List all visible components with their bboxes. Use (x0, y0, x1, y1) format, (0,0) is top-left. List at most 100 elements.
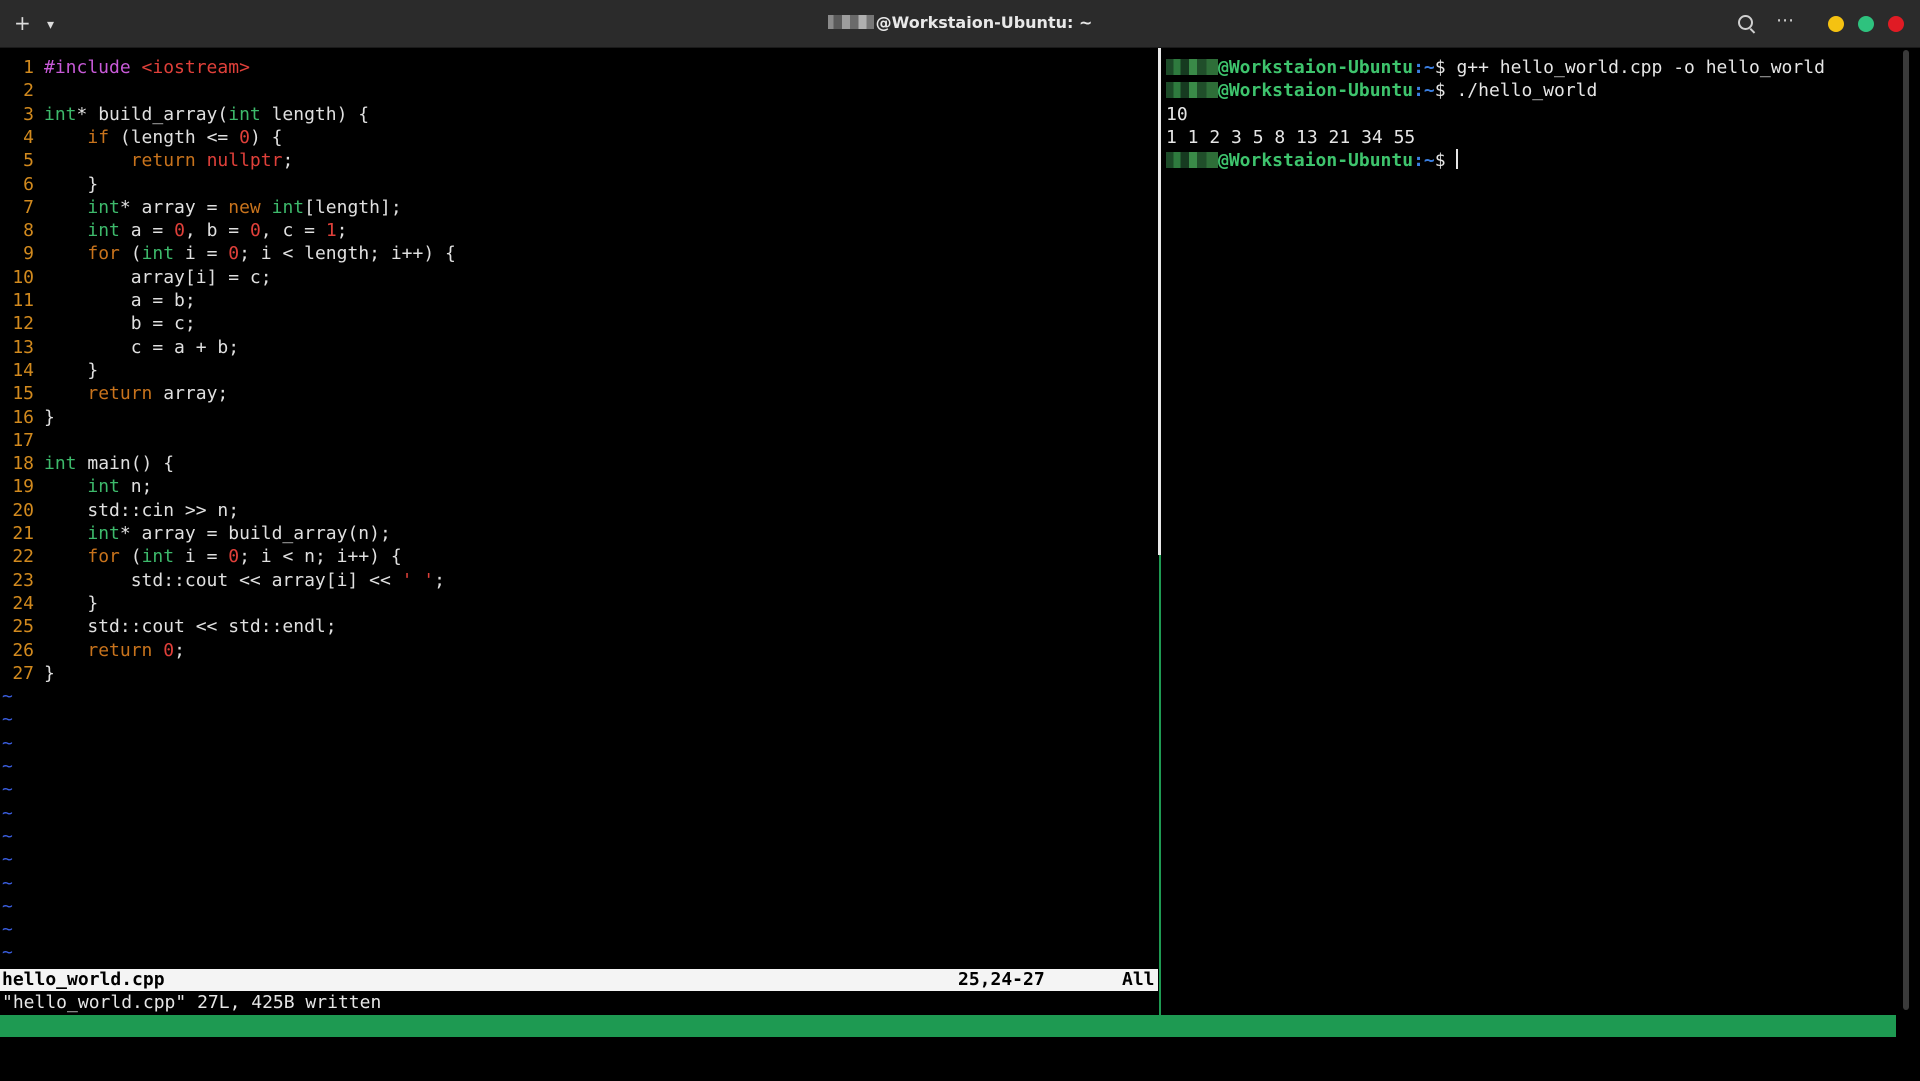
close-button[interactable] (1888, 16, 1904, 32)
code-text[interactable]: } (34, 359, 98, 382)
code-line[interactable]: 1 #include <iostream> (0, 56, 250, 79)
code-text[interactable]: for (int i = 0; i < length; i++) { (34, 242, 456, 265)
code-text[interactable]: for (int i = 0; i < n; i++) { (34, 545, 401, 568)
code-text[interactable]: int* array = build_array(n); (34, 522, 390, 545)
empty-line-tilde: ~ (2, 779, 13, 801)
code-text[interactable]: #include <iostream> (34, 56, 250, 79)
code-line[interactable]: 24 } (0, 592, 98, 615)
code-line[interactable]: 23 std::cout << array[i] << ' '; (0, 569, 445, 592)
code-text[interactable]: a = b; (34, 289, 196, 312)
code-text[interactable]: } (34, 406, 55, 429)
command-text: g++ hello_world.cpp -o hello_world (1456, 57, 1825, 78)
status-cursor-position: 25,24-27 (958, 969, 1045, 990)
code-text[interactable]: int* build_array(int length) { (34, 103, 369, 126)
redacted-username (1166, 152, 1218, 169)
code-text[interactable]: int main() { (34, 452, 174, 475)
prompt-path: :~ (1413, 150, 1435, 172)
empty-line-tilde: ~ (2, 942, 13, 964)
line-number: 19 (12, 476, 34, 498)
line-number: 22 (12, 546, 34, 568)
code-line[interactable]: 14 } (0, 359, 98, 382)
code-line[interactable]: 10 array[i] = c; (0, 266, 272, 289)
empty-line-tilde: ~ (2, 919, 13, 941)
code-text[interactable]: array[i] = c; (34, 266, 272, 289)
window-title-text: @Workstaion-Ubuntu: ~ (875, 13, 1093, 32)
code-text[interactable]: std::cin >> n; (34, 499, 239, 522)
status-scroll-indicator: All (1122, 969, 1155, 990)
pane-divider-active[interactable] (1159, 555, 1161, 1015)
terminal-active-prompt[interactable]: @Workstaion-Ubuntu:~$ (1166, 149, 1459, 172)
code-text[interactable]: return array; (34, 382, 228, 405)
code-line[interactable]: 17 (0, 429, 44, 452)
tmux-session-windows[interactable]: [cpp_dev] 0:bash* 1:bash- (2, 1037, 273, 1059)
code-line[interactable]: 4 if (length <= 0) { (0, 126, 282, 149)
code-line[interactable]: 19 int n; (0, 475, 152, 498)
code-line[interactable]: 27} (0, 662, 55, 685)
code-line[interactable]: 11 a = b; (0, 289, 196, 312)
code-text[interactable]: int* array = new int[length]; (34, 196, 401, 219)
prompt-path: :~ (1413, 80, 1435, 102)
code-line[interactable]: 25 std::cout << std::endl; (0, 615, 336, 638)
code-line[interactable]: 20 std::cin >> n; (0, 499, 239, 522)
code-text[interactable]: std::cout << std::endl; (34, 615, 336, 638)
code-text[interactable]: } (34, 662, 55, 685)
code-text[interactable]: int a = 0, b = 0, c = 1; (34, 219, 347, 242)
prompt-symbol: $ (1434, 150, 1457, 172)
code-line[interactable]: 21 int* array = build_array(n); (0, 522, 391, 545)
line-number: 11 (12, 290, 34, 311)
tmux-host-time: "Workstaion-Ubuntu" 19:52 08-Apr-25 (1512, 1059, 1892, 1080)
code-text[interactable]: } (34, 173, 98, 196)
prompt-symbol: $ (1434, 80, 1457, 102)
empty-line-tilde: ~ (2, 802, 13, 824)
search-icon[interactable] (1738, 15, 1753, 30)
prompt-symbol: $ (1434, 57, 1457, 78)
terminal-command-line[interactable]: @Workstaion-Ubuntu:~$ ./hello_world (1166, 79, 1597, 102)
code-line[interactable]: 18 int main() { (0, 452, 174, 475)
code-line[interactable]: 12 b = c; (0, 312, 196, 335)
output-text: 10 (1166, 103, 1188, 125)
empty-line-tilde: ~ (2, 849, 13, 871)
code-line[interactable]: 15 return array; (0, 382, 228, 405)
code-text[interactable]: int n; (34, 475, 152, 498)
code-text[interactable]: } (34, 592, 98, 615)
status-filename: hello_world.cpp (2, 969, 165, 990)
line-number: 7 (23, 196, 34, 218)
terminal-output-line[interactable]: 10 (1166, 103, 1188, 126)
code-line[interactable]: 26 return 0; (0, 639, 185, 662)
code-line[interactable]: 7 int* array = new int[length]; (0, 196, 402, 219)
more-options-icon[interactable]: ⋯ (1776, 10, 1795, 31)
code-line[interactable]: 16} (0, 406, 55, 429)
window-titlebar: + ▾ @Workstaion-Ubuntu: ~ ⋯ (0, 0, 1920, 48)
line-number: 17 (12, 429, 34, 451)
redacted-username (1166, 82, 1218, 99)
line-number: 8 (23, 220, 34, 242)
code-line[interactable]: 3 int* build_array(int length) { (0, 103, 369, 126)
terminal-command-line[interactable]: @Workstaion-Ubuntu:~$ g++ hello_world.cp… (1166, 56, 1825, 79)
code-text[interactable]: if (length <= 0) { (34, 126, 282, 149)
prompt-path: :~ (1413, 57, 1435, 78)
line-number: 21 (12, 523, 34, 544)
empty-line-tilde: ~ (2, 756, 13, 777)
code-line[interactable]: 6 } (0, 173, 98, 196)
vim-command-message: "hello_world.cpp" 27L, 425B written (2, 992, 382, 1013)
code-line[interactable]: 5 return nullptr; (0, 149, 293, 172)
code-line[interactable]: 13 c = a + b; (0, 336, 239, 359)
code-text[interactable]: b = c; (34, 312, 196, 335)
pane-divider[interactable] (1158, 48, 1161, 555)
code-line[interactable]: 8 int a = 0, b = 0, c = 1; (0, 219, 347, 242)
terminal-pane[interactable] (1162, 48, 1920, 1015)
vim-editor-pane[interactable]: 1 #include <iostream> 2 3 int* build_array(i… (0, 48, 1158, 1015)
terminal-scrollbar[interactable] (1903, 50, 1909, 1010)
code-text[interactable]: return 0; (34, 639, 185, 662)
code-text[interactable]: std::cout << array[i] << ' '; (34, 569, 445, 592)
prompt-host: @Workstaion-Ubuntu (1218, 150, 1414, 172)
terminal-output-line[interactable]: 1 1 2 3 5 8 13 21 34 55 (1166, 126, 1415, 149)
minimize-button[interactable] (1828, 16, 1844, 32)
code-text[interactable]: c = a + b; (34, 336, 239, 359)
maximize-button[interactable] (1858, 16, 1874, 32)
code-text[interactable]: return nullptr; (34, 149, 294, 172)
code-line[interactable]: 2 (0, 79, 44, 102)
code-line[interactable]: 9 for (int i = 0; i < length; i++) { (0, 242, 456, 265)
code-line[interactable]: 22 for (int i = 0; i < n; i++) { (0, 545, 401, 568)
line-number: 5 (23, 150, 34, 172)
